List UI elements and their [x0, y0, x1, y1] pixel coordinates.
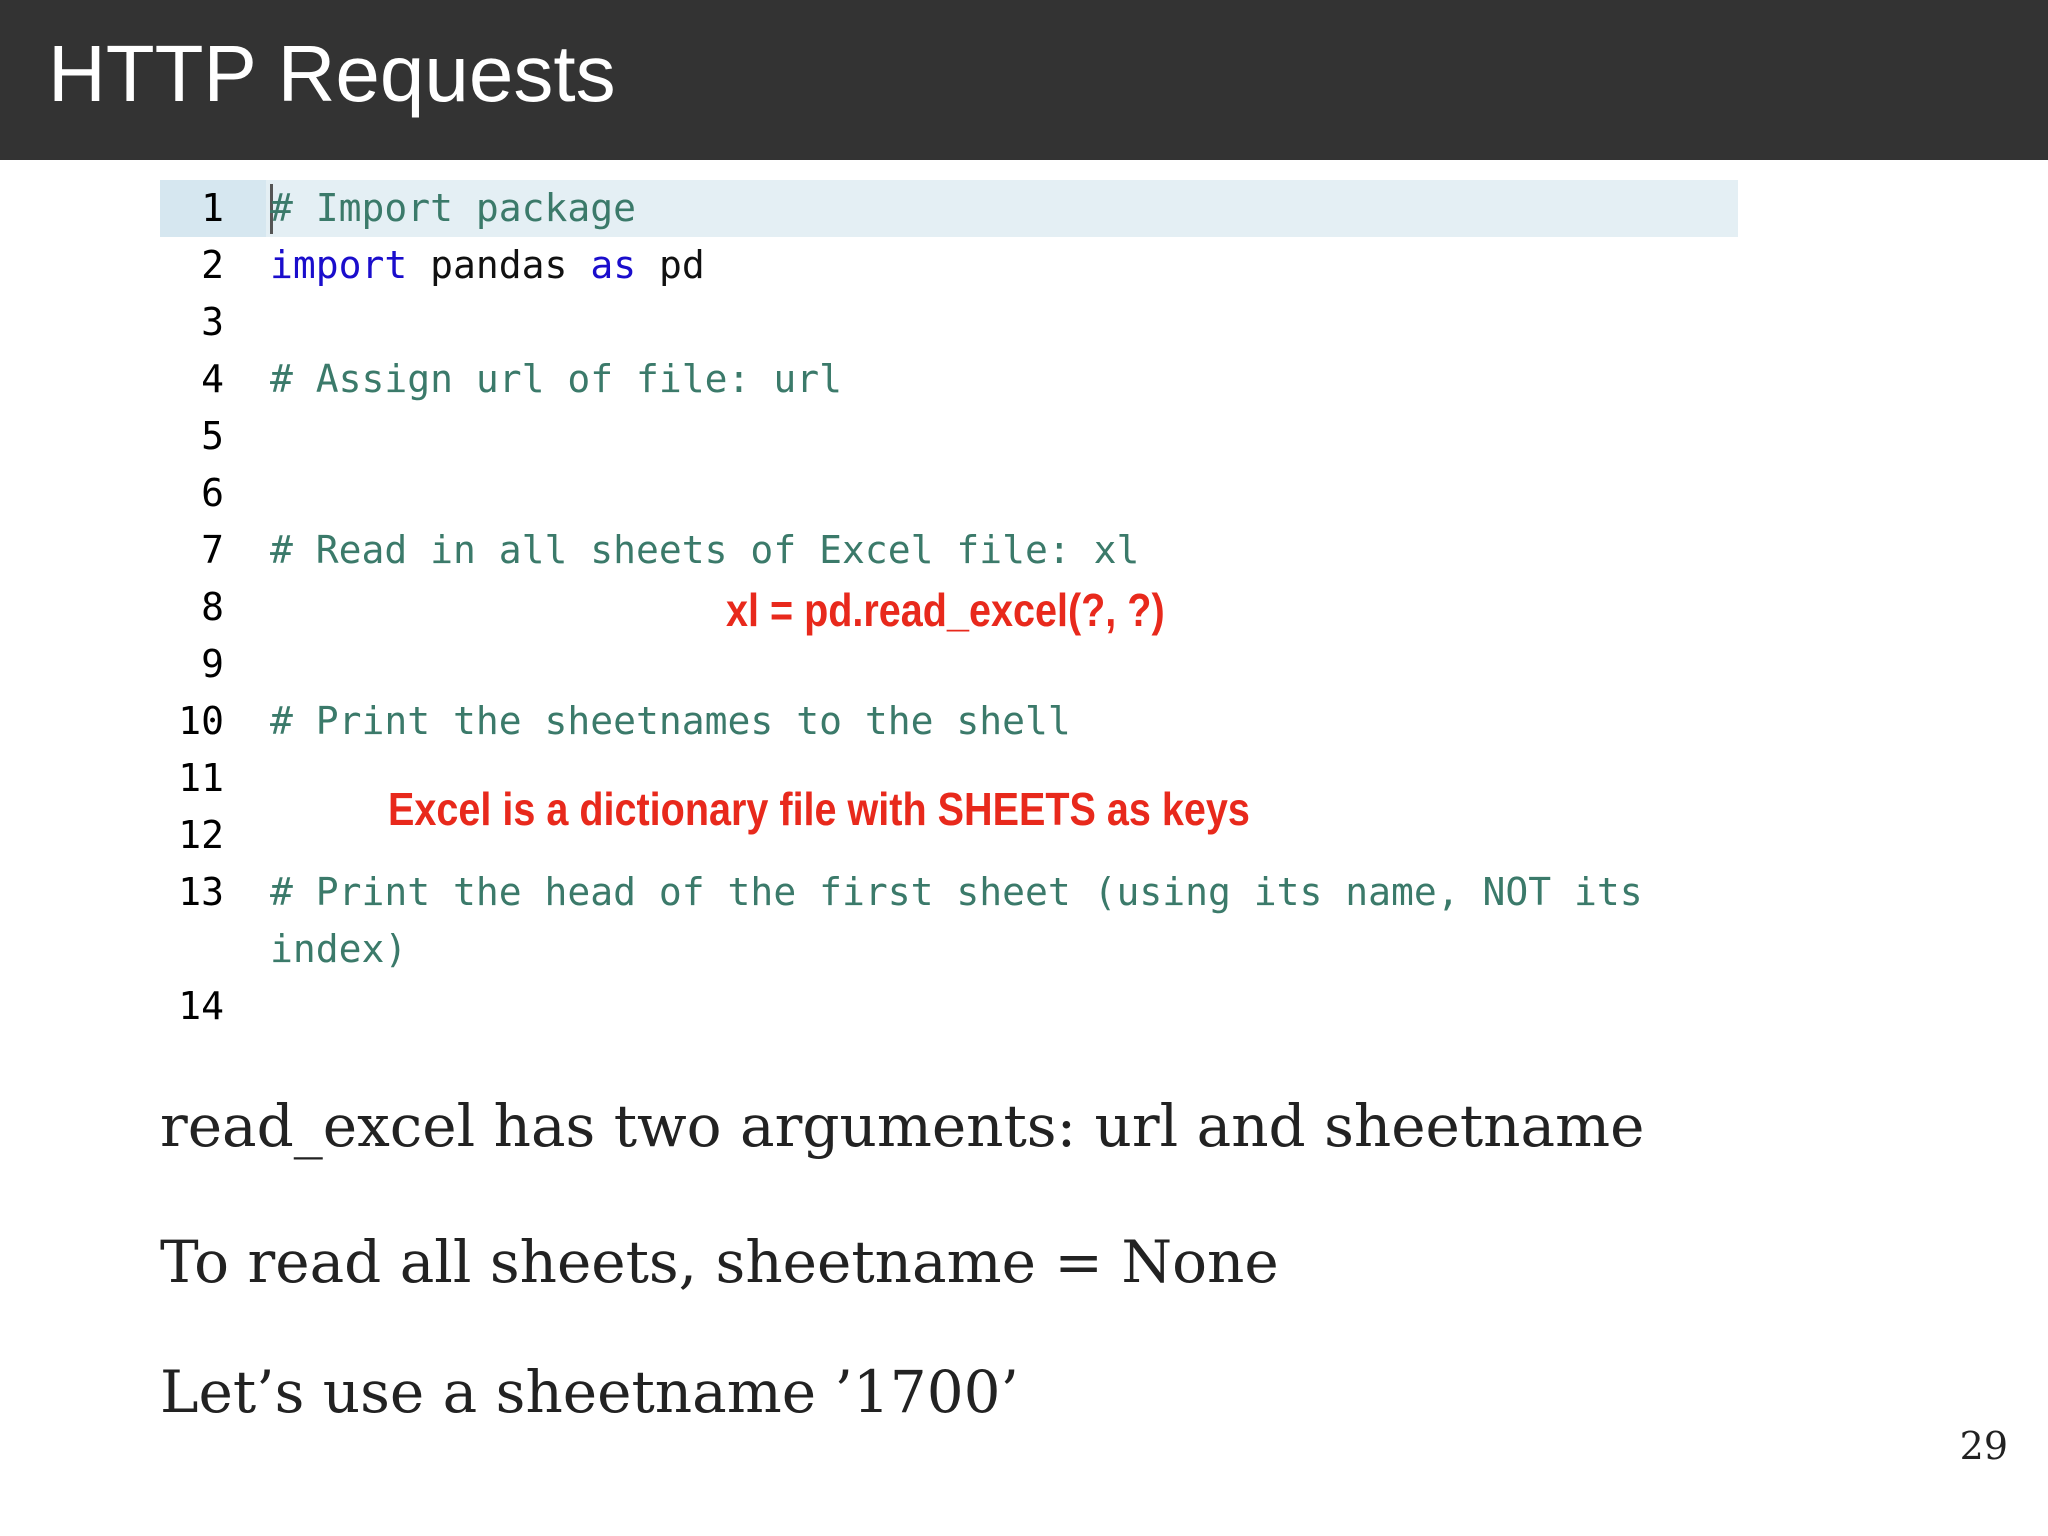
line-number: 7	[201, 528, 224, 572]
line-number: 10	[178, 699, 224, 743]
code-line[interactable]: 4 # Assign url of file: url	[160, 351, 1738, 408]
code-line[interactable]: 6	[160, 465, 1738, 522]
read-excel-hint: xl = pd.read_excel(?, ?)	[726, 584, 1165, 636]
line-number: 3	[201, 300, 224, 344]
line-number: 9	[201, 642, 224, 686]
slide-title: HTTP Requests	[48, 29, 616, 118]
line-number: 14	[178, 984, 224, 1028]
line-number: 12	[178, 813, 224, 857]
code-line[interactable]: 9	[160, 636, 1738, 693]
slide: HTTP Requests 1 # Import package 2 impor…	[0, 0, 2048, 1536]
line-number: 4	[201, 357, 224, 401]
line-number: 13	[178, 870, 224, 914]
line-number: 5	[201, 414, 224, 458]
module-name: pandas	[407, 243, 591, 287]
code-line[interactable]: 1 # Import package	[160, 180, 1738, 237]
code-comment-wrap: index)	[270, 927, 408, 971]
alias-name: pd	[636, 243, 705, 287]
code-comment: # Print the head of the first sheet (usi…	[270, 870, 1643, 914]
code-comment: # Print the sheetnames to the shell	[270, 699, 1071, 743]
keyword-as: as	[590, 243, 637, 287]
keyword-import: import	[270, 243, 408, 287]
body-line-read-all-sheets: To read all sheets, sheetname = None	[160, 1228, 1279, 1296]
line-number: 2	[201, 243, 224, 287]
code-line[interactable]: 7 # Read in all sheets of Excel file: xl	[160, 522, 1738, 579]
body-line-arguments: read_excel has two arguments: url and sh…	[160, 1092, 1645, 1160]
code-line[interactable]: 10 # Print the sheetnames to the shell	[160, 693, 1738, 750]
body-line-sheetname: Let’s use a sheetname ’1700’	[160, 1358, 1019, 1426]
code-line[interactable]: 3	[160, 294, 1738, 351]
code-statement: import pandas as pd	[270, 237, 705, 294]
code-line[interactable]: 5	[160, 408, 1738, 465]
code-line[interactable]: 14	[160, 978, 1738, 1035]
line-number: 6	[201, 471, 224, 515]
code-comment: # Import package	[270, 186, 637, 230]
title-bar: HTTP Requests	[0, 0, 2048, 160]
page-number: 29	[1959, 1424, 2008, 1468]
code-block: 1 # Import package 2 import pandas as pd…	[160, 180, 1740, 1040]
line-number: 1	[201, 186, 224, 230]
code-comment: # Assign url of file: url	[270, 357, 842, 401]
line-number: 8	[201, 585, 224, 629]
code-comment: # Read in all sheets of Excel file: xl	[270, 528, 1140, 572]
dictionary-note: Excel is a dictionary file with SHEETS a…	[388, 783, 1250, 835]
code-line[interactable]: 13 # Print the head of the first sheet (…	[160, 864, 1738, 978]
code-line[interactable]: 2 import pandas as pd	[160, 237, 1738, 294]
line-number: 11	[178, 756, 224, 800]
